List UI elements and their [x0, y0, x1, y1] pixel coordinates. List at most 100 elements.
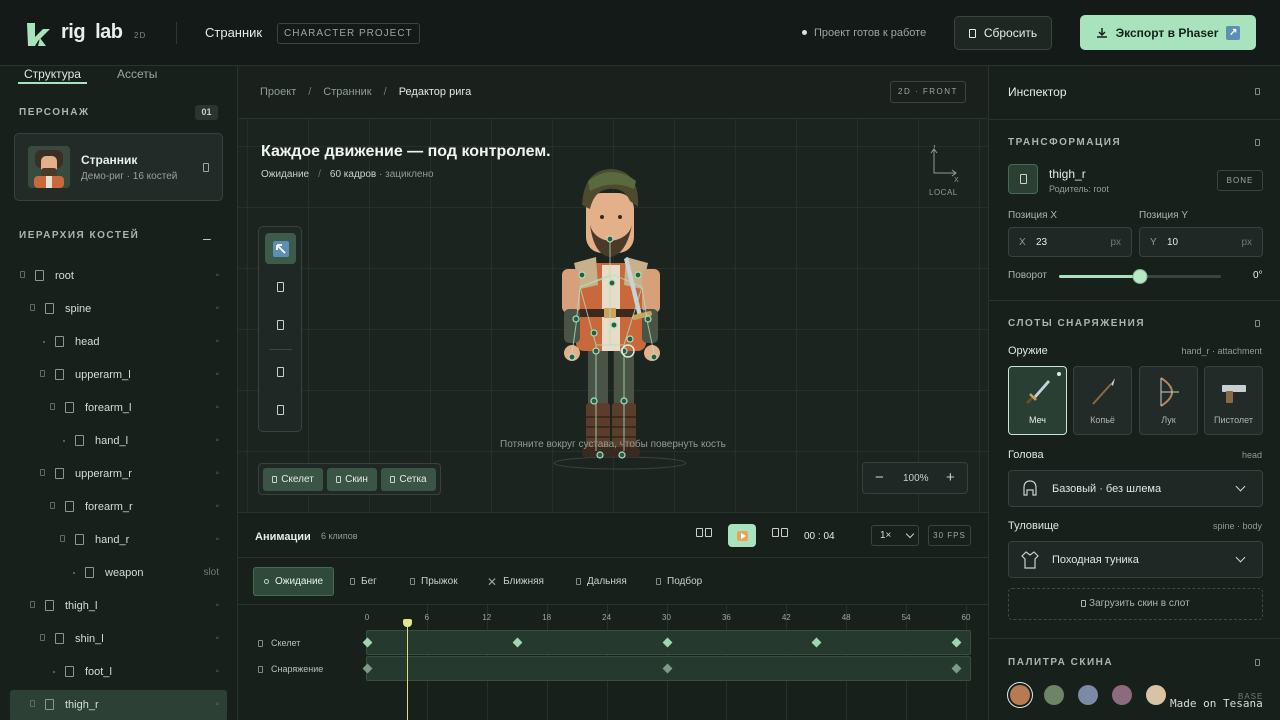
expand-icon[interactable] — [60, 535, 65, 542]
head-skin-select[interactable]: Базовый · без шлема — [1008, 470, 1263, 507]
palette-swatch[interactable] — [1112, 685, 1132, 705]
keyframe[interactable] — [951, 663, 962, 674]
expand-icon[interactable] — [50, 502, 55, 509]
weapon-sword[interactable]: Меч — [1008, 366, 1067, 435]
torso-skin-select[interactable]: Походная туника — [1008, 541, 1263, 578]
clip-tab-ranged[interactable]: Дальняя — [576, 567, 627, 596]
expand-icon[interactable] — [30, 700, 35, 707]
timeline-ruler[interactable]: Скелет Снаряжение 0 6 12 18 24 30 36 42 48 54 60 — [238, 605, 988, 720]
weapon-spear[interactable]: Копьё — [1073, 366, 1132, 435]
expand-icon[interactable] — [40, 469, 45, 476]
tab-assets[interactable]: Ассеты — [117, 67, 157, 81]
reset-button[interactable]: Сбросить — [954, 16, 1052, 50]
clip-tab-melee[interactable]: ✕ Ближняя — [487, 567, 544, 596]
clip-tab-run[interactable]: Бег — [350, 567, 377, 596]
view-mode-badge[interactable]: 2D · FRONT — [890, 81, 966, 103]
palette-swatch[interactable] — [1044, 685, 1064, 705]
svg-text:Y: Y — [932, 145, 937, 150]
step-back-button[interactable] — [696, 528, 712, 540]
layer-skeleton-toggle[interactable]: Скелет — [263, 468, 323, 491]
playhead[interactable] — [402, 619, 412, 720]
slots-menu-icon[interactable] — [1255, 320, 1260, 327]
tree-row-shin-l[interactable]: shin_l ◦ — [10, 624, 227, 655]
expand-icon[interactable] — [40, 634, 45, 641]
tree-row-label: thigh_r — [65, 699, 99, 711]
keyframe[interactable] — [662, 663, 672, 674]
tab-structure[interactable]: Структура — [18, 67, 87, 84]
pos-x-field[interactable]: X 23 px — [1008, 227, 1132, 257]
tree-row-forearm-r[interactable]: forearm_r ◦ — [10, 492, 227, 523]
step-forward-button[interactable] — [772, 528, 788, 540]
select-tool[interactable] — [265, 233, 296, 264]
expand-icon[interactable] — [20, 271, 25, 278]
step-back-icon — [696, 528, 703, 537]
palette-swatch[interactable] — [1146, 685, 1166, 705]
expand-icon[interactable] — [50, 403, 55, 410]
project-name[interactable]: Странник — [205, 25, 262, 40]
weapon-bow[interactable]: Лук — [1139, 366, 1198, 435]
pos-y-label: Позиция Y — [1139, 210, 1188, 221]
rotate-tool[interactable] — [265, 309, 296, 340]
transform-menu-icon[interactable] — [1255, 139, 1260, 146]
rotation-slider[interactable] — [1059, 269, 1221, 284]
keyframe[interactable] — [512, 637, 523, 648]
export-button[interactable]: Экспорт в Phaser ↗ — [1080, 15, 1256, 50]
tree-row-thigh-r[interactable]: thigh_r ◦ — [10, 690, 227, 720]
tree-row-head[interactable]: head ◦ — [10, 327, 227, 358]
expand-icon[interactable] — [30, 304, 35, 311]
character-figure[interactable] — [538, 165, 698, 471]
breadcrumb-item[interactable]: Странник — [323, 86, 371, 98]
clip-tab-idle[interactable]: Ожидание — [253, 567, 335, 596]
breadcrumb-item[interactable]: Проект — [260, 86, 296, 98]
track-skeleton[interactable] — [362, 630, 971, 655]
zoom-out-button[interactable]: − — [875, 469, 884, 486]
download-icon — [1096, 27, 1107, 38]
more-icon[interactable] — [203, 163, 209, 172]
tree-row-weapon[interactable]: weapon slot — [10, 558, 227, 589]
panel-menu-icon[interactable] — [1255, 88, 1260, 95]
keyframe[interactable] — [951, 637, 962, 648]
tree-row-hand-l[interactable]: hand_l ◦ — [10, 426, 227, 457]
keyframe[interactable] — [811, 637, 822, 648]
rig-viewport[interactable]: Каждое движение — под контролем. Ожидани… — [238, 118, 988, 512]
character-card[interactable]: Странник Демо-риг · 16 костей — [14, 133, 223, 201]
tree-row-upperarm-l[interactable]: upperarm_l ◦ — [10, 360, 227, 391]
expand-icon[interactable] — [30, 601, 35, 608]
keyframe[interactable] — [362, 637, 373, 648]
tree-row-foot-l[interactable]: foot_l ◦ — [10, 657, 227, 688]
palette-menu-icon[interactable] — [1255, 659, 1260, 666]
layer-skin-toggle[interactable]: Скин — [327, 468, 377, 491]
upload-skin-button[interactable]: Загрузить скин в слот — [1008, 588, 1263, 620]
weapon-pistol[interactable]: Пистолет — [1204, 366, 1263, 435]
slots-section-title: СЛОТЫ СНАРЯЖЕНИЯ — [1008, 318, 1146, 329]
add-bone-tool[interactable] — [265, 356, 296, 387]
keyframe[interactable] — [662, 637, 672, 648]
tree-row-forearm-l[interactable]: forearm_l ◦ — [10, 393, 227, 424]
clip-tab-jump[interactable]: Прыжок — [410, 567, 458, 596]
collapse-icon[interactable]: – — [203, 230, 211, 246]
layer-grid-toggle[interactable]: Сетка — [381, 468, 436, 491]
tree-row-spine[interactable]: spine ◦ — [10, 294, 227, 325]
tree-row-upperarm-r[interactable]: upperarm_r ◦ — [10, 459, 227, 490]
keyframe[interactable] — [362, 663, 373, 674]
layer-toggles: Скелет Скин Сетка — [258, 463, 441, 495]
tree-row-thigh-l[interactable]: thigh_l ◦ — [10, 591, 227, 622]
bone-icon — [45, 600, 54, 611]
avatar — [28, 146, 70, 188]
leaf-dot-icon — [73, 572, 75, 574]
tree-row-hand-r[interactable]: hand_r ◦ — [10, 525, 227, 556]
clip-tab-pickup[interactable]: Подбор — [656, 567, 702, 596]
slider-handle[interactable] — [1132, 269, 1148, 284]
weight-tool[interactable] — [265, 394, 296, 425]
play-button[interactable] — [728, 524, 756, 547]
move-tool[interactable] — [265, 271, 296, 302]
expand-icon[interactable] — [40, 370, 45, 377]
palette-swatch[interactable] — [1078, 685, 1098, 705]
track-gear[interactable] — [362, 656, 971, 681]
speed-select[interactable]: 1× — [871, 525, 919, 546]
pos-y-field[interactable]: Y 10 px — [1139, 227, 1263, 257]
tree-row-root[interactable]: root ◦ — [10, 261, 227, 292]
palette-swatch[interactable] — [1010, 685, 1030, 705]
zoom-in-button[interactable]: + — [946, 469, 955, 486]
bone-icon — [65, 666, 74, 677]
